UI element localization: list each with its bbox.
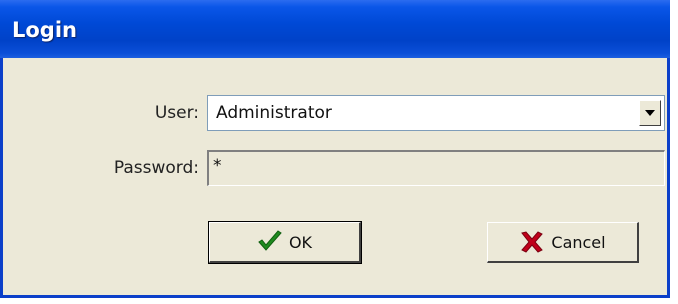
ok-label: OK <box>288 232 313 252</box>
login-dialog: Login User: Administrator Password: * OK <box>0 0 670 298</box>
cancel-button-content: Cancel <box>488 223 637 261</box>
ok-button-content: OK <box>210 223 359 261</box>
password-value: * <box>213 156 222 176</box>
x-icon <box>521 231 544 253</box>
cancel-label: Cancel <box>551 232 606 252</box>
ok-button[interactable]: OK <box>208 221 362 264</box>
check-icon <box>258 230 282 251</box>
dialog-content: User: Administrator Password: * OK Cance… <box>3 58 667 295</box>
user-dropdown[interactable]: Administrator <box>207 95 665 131</box>
user-value: Administrator <box>216 103 332 123</box>
user-label: User: <box>154 103 199 123</box>
chevron-down-icon <box>645 110 655 116</box>
window-title: Login <box>12 18 77 42</box>
password-field[interactable]: * <box>207 150 665 186</box>
title-bar[interactable]: Login <box>0 0 670 58</box>
dropdown-button[interactable] <box>639 100 661 126</box>
password-label: Password: <box>113 158 199 178</box>
cancel-button[interactable]: Cancel <box>487 222 639 263</box>
